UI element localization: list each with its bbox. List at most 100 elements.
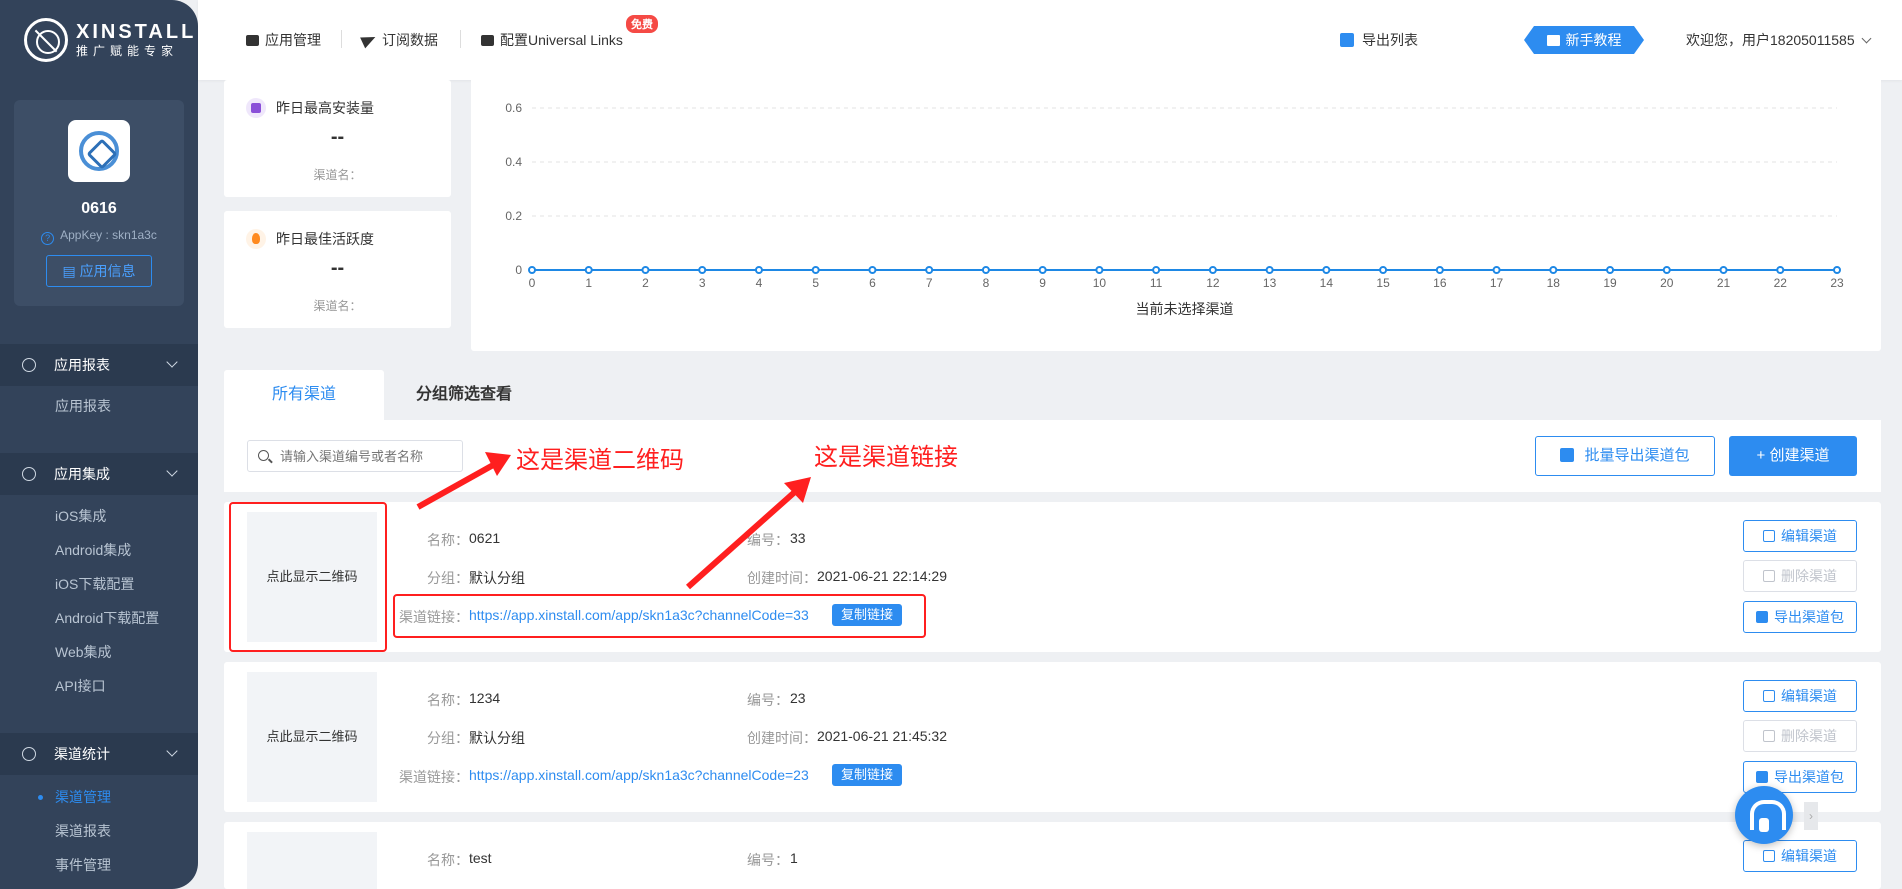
export-list-link[interactable]: 导出列表 [1340,30,1418,50]
stat-value: -- [330,257,345,279]
tab-group-filter[interactable]: 分组筛选查看 [384,370,544,420]
menu-item-channel-report[interactable]: 渠道报表 [0,814,198,848]
delete-channel-button[interactable]: 删除渠道 [1743,560,1857,592]
menu-item-ios[interactable]: iOS集成 [0,499,198,533]
created-label: 创建时间： [747,570,817,586]
trash-icon [1763,570,1775,582]
channel-created: 2021-06-21 21:45:32 [817,728,947,744]
show-qr-button[interactable]: 点此显示二维码 [247,672,377,802]
tutorial-label: 新手教程 [1565,32,1622,48]
sidebar: XINSTALL 推广赋能专家 0616 ? AppKey : skn1a3c ▤… [0,0,198,889]
data-point [1719,266,1728,274]
name-label: 名称： [427,692,469,708]
menu-group-label: 应用集成 [54,466,110,482]
show-qr-button[interactable] [247,832,377,889]
tab-all-channels[interactable]: 所有渠道 [224,370,384,420]
app-key-text: AppKey : skn1a3c [60,228,157,242]
app-key: ? AppKey : skn1a3c [14,228,184,245]
x-tick-label: 22 [1774,276,1788,290]
brand-name: XINSTALL [76,21,197,43]
x-tick-label: 1 [585,276,592,290]
menu-item-android-download[interactable]: Android下载配置 [0,601,198,635]
data-point [1038,266,1047,274]
edit-label: 编辑渠道 [1781,688,1837,704]
batch-export-button[interactable]: 批量导出渠道包 [1535,436,1715,476]
x-tick-label: 21 [1717,276,1731,290]
chevron-down-icon [166,356,178,368]
channel-group: 默认分组 [469,730,525,746]
data-point [925,266,934,274]
stat-title: 昨日最佳活跃度 [276,231,374,247]
created-label: 创建时间： [747,730,817,746]
create-channel-button[interactable]: + 创建渠道 [1729,436,1857,476]
y-tick-label: 0.6 [505,101,522,115]
qr-annotation: 这是渠道二维码 [516,447,684,474]
search-input[interactable] [278,441,458,471]
code-label: 编号： [747,852,789,868]
export-label: 导出渠道包 [1774,609,1844,625]
edit-channel-button[interactable]: 编辑渠道 [1743,840,1857,872]
stat-channel-name: 渠道名： [313,168,362,182]
x-tick-label: 0 [529,276,536,290]
data-point [1265,266,1274,274]
stat-value: -- [330,126,345,148]
app-info-button[interactable]: ▤ 应用信息 [46,255,152,287]
briefcase-icon [481,34,494,46]
copy-link-button[interactable]: 复制链接 [832,764,903,786]
collapse-handle[interactable]: › [1804,802,1818,830]
menu-group-channel-stats[interactable]: 渠道统计 [0,733,198,775]
y-tick-label: 0.2 [505,209,522,223]
brand-logo[interactable]: XINSTALL 推广赋能专家 [24,18,196,62]
stat-card-best-activity: 昨日最佳活跃度 -- 渠道名： [224,211,451,328]
code-label: 编号： [747,532,789,548]
menu-item-channel-manage[interactable]: 渠道管理 [0,780,198,814]
channel-created: 2021-06-21 22:14:29 [817,568,947,584]
box-icon [246,34,259,46]
menu-group-app-report[interactable]: 应用报表 [0,344,198,386]
edit-icon [1763,850,1775,862]
x-tick-label: 6 [869,276,876,290]
app-card: 0616 ? AppKey : skn1a3c ▤ 应用信息 [14,100,184,306]
data-point [981,266,990,274]
customer-service-icon[interactable] [1735,786,1793,844]
delete-channel-button[interactable]: 删除渠道 [1743,720,1857,752]
data-point [868,266,877,274]
x-tick-label: 8 [983,276,990,290]
nav-label: 配置Universal Links [500,32,623,48]
export-list-label: 导出列表 [1362,32,1418,48]
menu-item-app-report[interactable]: 应用报表 [0,389,198,423]
menu-item-ios-download[interactable]: iOS下载配置 [0,567,198,601]
tutorial-button[interactable]: 新手教程 [1524,26,1644,54]
stat-title: 昨日最高安装量 [276,100,374,116]
edit-channel-button[interactable]: 编辑渠道 [1743,520,1857,552]
menu-group-app-integration[interactable]: 应用集成 [0,453,198,495]
channel-name: 1234 [469,690,501,706]
export-package-button[interactable]: 导出渠道包 [1743,601,1857,633]
stat-card-max-install: 昨日最高安装量 -- 渠道名： [224,80,451,197]
user-menu[interactable]: 欢迎您，用户18205011585 [1686,30,1872,50]
edit-channel-button[interactable]: 编辑渠道 [1743,680,1857,712]
book-icon [1547,35,1560,46]
data-point [1776,266,1785,274]
menu-item-web[interactable]: Web集成 [0,635,198,669]
nav-universal-links[interactable]: 配置Universal Links [481,30,623,50]
data-point [1662,266,1671,274]
search-box [247,440,463,472]
menu-item-api[interactable]: API接口 [0,669,198,703]
code-label: 编号： [747,692,789,708]
data-point [1095,266,1104,274]
nav-subscribe-data[interactable]: 订阅数据 [360,30,438,50]
edit-label: 编辑渠道 [1781,528,1837,544]
menu-item-android[interactable]: Android集成 [0,533,198,567]
data-point [584,266,593,274]
chevron-down-icon [1861,33,1872,44]
x-tick-label: 15 [1376,276,1390,290]
channel-link[interactable]: https://app.xinstall.com/app/skn1a3c?cha… [469,767,809,783]
help-icon[interactable]: ? [41,232,55,245]
nav-app-manage[interactable]: 应用管理 [246,30,321,50]
menu-item-event-manage[interactable]: 事件管理 [0,848,198,882]
flame-icon [246,229,266,249]
app-name: 0616 [81,200,117,217]
app-icon [68,120,130,182]
x-tick-label: 2 [642,276,649,290]
